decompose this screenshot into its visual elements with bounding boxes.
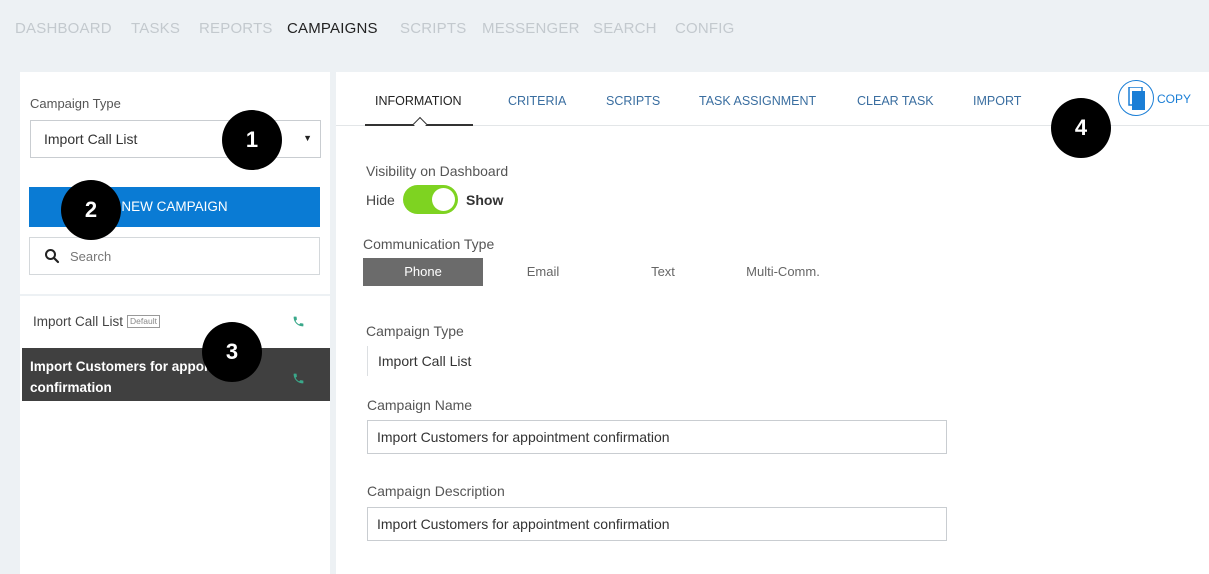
campaign-list-item[interactable]: Import Call List Default <box>22 298 332 346</box>
phone-icon[interactable] <box>292 372 305 385</box>
comm-option-email[interactable]: Email <box>483 258 603 286</box>
copy-icon-circle <box>1118 80 1154 116</box>
visibility-toggle[interactable] <box>403 185 458 214</box>
active-tab-caret <box>412 116 428 132</box>
tab-clear-task[interactable]: CLEAR TASK <box>857 94 934 108</box>
phone-icon[interactable] <box>292 315 305 328</box>
campaign-type-selected-value: Import Call List <box>44 131 138 147</box>
campaign-list-item-selected[interactable]: Import Customers for appointment confirm… <box>22 348 332 401</box>
nav-campaigns[interactable]: CAMPAIGNS <box>287 20 378 37</box>
callout-marker-3: 3 <box>202 322 262 382</box>
toggle-hide-label: Hide <box>366 192 395 208</box>
comm-option-multi-comm[interactable]: Multi-Comm. <box>723 258 843 286</box>
nav-scripts[interactable]: SCRIPTS <box>400 20 466 37</box>
default-badge: Default <box>127 315 160 328</box>
nav-reports[interactable]: REPORTS <box>199 20 273 37</box>
comm-option-text[interactable]: Text <box>603 258 723 286</box>
campaign-search-box[interactable] <box>29 237 320 275</box>
campaign-sidebar: Campaign Type Import Call List ▼ NEW CAM… <box>20 72 332 574</box>
campaign-description-label: Campaign Description <box>367 483 505 499</box>
copy-icon <box>1128 87 1145 110</box>
nav-messenger[interactable]: MESSENGER <box>482 20 580 37</box>
tab-task-assignment[interactable]: TASK ASSIGNMENT <box>699 94 816 108</box>
search-icon <box>45 249 60 264</box>
visibility-label: Visibility on Dashboard <box>366 163 509 179</box>
callout-marker-4: 4 <box>1051 98 1111 158</box>
nav-config[interactable]: CONFIG <box>675 20 735 37</box>
tab-import[interactable]: IMPORT <box>973 94 1021 108</box>
campaign-name-input[interactable] <box>367 420 947 454</box>
campaign-type-field-value: Import Call List <box>367 346 471 376</box>
nav-tasks[interactable]: TASKS <box>131 20 180 37</box>
nav-dashboard[interactable]: DASHBOARD <box>15 20 112 37</box>
nav-search[interactable]: SEARCH <box>593 20 657 37</box>
tab-criteria[interactable]: CRITERIA <box>508 94 566 108</box>
top-navigation: DASHBOARD TASKS REPORTS CAMPAIGNS SCRIPT… <box>0 0 1209 60</box>
communication-type-label: Communication Type <box>363 236 495 252</box>
campaign-type-field-label: Campaign Type <box>366 323 464 339</box>
tab-scripts[interactable]: SCRIPTS <box>606 94 660 108</box>
toggle-show-label: Show <box>466 192 504 208</box>
copy-label: COPY <box>1157 92 1192 106</box>
callout-marker-2: 2 <box>61 180 121 240</box>
campaign-description-input[interactable] <box>367 507 947 541</box>
campaign-item-name: Import Call List Default <box>33 314 160 329</box>
caret-down-icon: ▼ <box>303 133 312 143</box>
toggle-knob <box>432 188 455 211</box>
campaign-name-label: Campaign Name <box>367 397 473 413</box>
search-input[interactable] <box>70 246 310 266</box>
list-divider <box>20 294 330 296</box>
comm-option-phone[interactable]: Phone <box>363 258 483 286</box>
tab-information[interactable]: INFORMATION <box>375 94 462 108</box>
callout-marker-1: 1 <box>222 110 282 170</box>
campaign-type-label: Campaign Type <box>30 96 121 111</box>
